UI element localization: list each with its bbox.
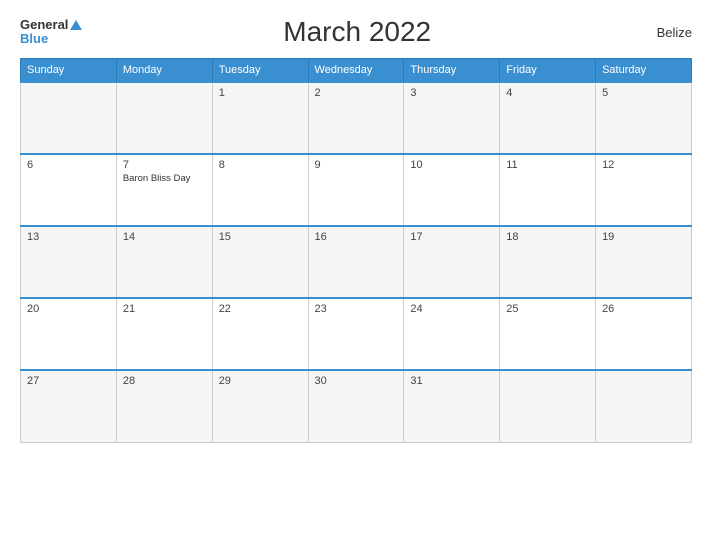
country-label: Belize <box>632 25 692 40</box>
weekday-header-friday: Friday <box>500 59 596 83</box>
day-number: 2 <box>315 87 398 99</box>
day-number: 30 <box>315 375 398 387</box>
day-number: 5 <box>602 87 685 99</box>
day-number: 10 <box>410 159 493 171</box>
weekday-header-saturday: Saturday <box>596 59 692 83</box>
calendar-cell: 7 Baron Bliss Day <box>116 154 212 226</box>
day-number: 4 <box>506 87 589 99</box>
calendar-cell: 15 <box>212 226 308 298</box>
weekday-header-thursday: Thursday <box>404 59 500 83</box>
day-number: 12 <box>602 159 685 171</box>
day-number: 25 <box>506 303 589 315</box>
calendar-cell: 25 <box>500 298 596 370</box>
calendar-cell: 18 <box>500 226 596 298</box>
calendar-cell: 11 <box>500 154 596 226</box>
day-number: 3 <box>410 87 493 99</box>
day-number: 23 <box>315 303 398 315</box>
calendar-cell: 29 <box>212 370 308 442</box>
calendar-cell: 28 <box>116 370 212 442</box>
calendar-cell <box>500 370 596 442</box>
calendar-cell <box>596 370 692 442</box>
day-number: 14 <box>123 231 206 243</box>
day-number: 26 <box>602 303 685 315</box>
calendar-cell: 20 <box>21 298 117 370</box>
day-number: 13 <box>27 231 110 243</box>
calendar-cell <box>116 82 212 154</box>
day-number: 11 <box>506 159 589 171</box>
day-number: 21 <box>123 303 206 315</box>
calendar-cell: 12 <box>596 154 692 226</box>
logo-triangle-icon <box>70 20 82 30</box>
calendar-cell: 8 <box>212 154 308 226</box>
calendar-header: General Blue March 2022 Belize <box>20 16 692 48</box>
week-row-2: 6 7 Baron Bliss Day 8 9 10 11 12 <box>21 154 692 226</box>
calendar-cell: 16 <box>308 226 404 298</box>
calendar-cell <box>21 82 117 154</box>
day-number: 31 <box>410 375 493 387</box>
calendar-cell: 21 <box>116 298 212 370</box>
calendar-cell: 6 <box>21 154 117 226</box>
calendar-table: SundayMondayTuesdayWednesdayThursdayFrid… <box>20 58 692 443</box>
calendar-cell: 22 <box>212 298 308 370</box>
logo-blue-text: Blue <box>20 32 48 46</box>
week-row-1: 12345 <box>21 82 692 154</box>
week-row-3: 13 14 15 16 17 18 19 <box>21 226 692 298</box>
calendar-cell: 4 <box>500 82 596 154</box>
day-number: 28 <box>123 375 206 387</box>
logo-general-text: General <box>20 18 68 32</box>
week-row-4: 20 21 22 23 24 25 26 <box>21 298 692 370</box>
calendar-cell: 1 <box>212 82 308 154</box>
weekday-header-sunday: Sunday <box>21 59 117 83</box>
calendar-cell: 30 <box>308 370 404 442</box>
week-row-5: 27 28 29 30 31 <box>21 370 692 442</box>
day-number: 22 <box>219 303 302 315</box>
day-number: 8 <box>219 159 302 171</box>
calendar-page: General Blue March 2022 Belize SundayMon… <box>0 0 712 550</box>
calendar-cell: 3 <box>404 82 500 154</box>
weekday-header-monday: Monday <box>116 59 212 83</box>
day-number: 24 <box>410 303 493 315</box>
calendar-cell: 27 <box>21 370 117 442</box>
calendar-cell: 9 <box>308 154 404 226</box>
day-number: 27 <box>27 375 110 387</box>
calendar-event: Baron Bliss Day <box>123 173 206 184</box>
day-number: 17 <box>410 231 493 243</box>
day-number: 6 <box>27 159 110 171</box>
day-number: 20 <box>27 303 110 315</box>
logo: General Blue <box>20 18 82 47</box>
day-number: 16 <box>315 231 398 243</box>
calendar-cell: 26 <box>596 298 692 370</box>
day-number: 15 <box>219 231 302 243</box>
day-number: 18 <box>506 231 589 243</box>
day-number: 1 <box>219 87 302 99</box>
day-number: 7 <box>123 159 206 171</box>
weekday-header-tuesday: Tuesday <box>212 59 308 83</box>
calendar-cell: 10 <box>404 154 500 226</box>
day-number: 9 <box>315 159 398 171</box>
calendar-title: March 2022 <box>82 16 632 48</box>
day-number: 19 <box>602 231 685 243</box>
calendar-cell: 2 <box>308 82 404 154</box>
calendar-cell: 24 <box>404 298 500 370</box>
day-number: 29 <box>219 375 302 387</box>
calendar-cell: 5 <box>596 82 692 154</box>
calendar-cell: 23 <box>308 298 404 370</box>
calendar-cell: 17 <box>404 226 500 298</box>
calendar-cell: 13 <box>21 226 117 298</box>
calendar-cell: 14 <box>116 226 212 298</box>
weekday-header-wednesday: Wednesday <box>308 59 404 83</box>
weekday-header-row: SundayMondayTuesdayWednesdayThursdayFrid… <box>21 59 692 83</box>
calendar-cell: 31 <box>404 370 500 442</box>
calendar-cell: 19 <box>596 226 692 298</box>
